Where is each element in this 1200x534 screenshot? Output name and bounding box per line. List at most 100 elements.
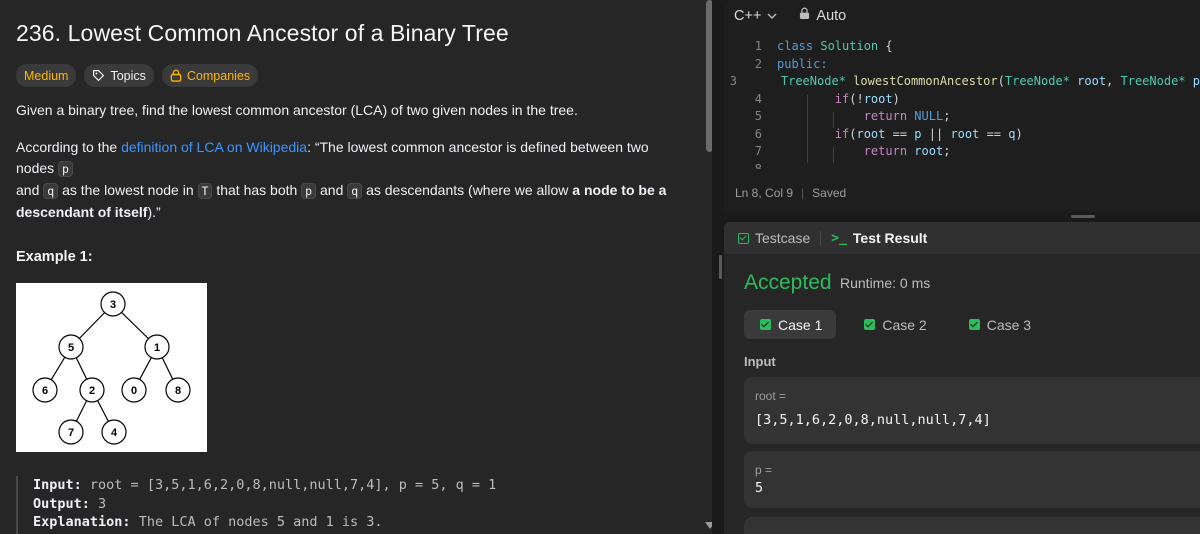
code-token: root: [950, 126, 980, 141]
code-line: 2 public:: [724, 56, 1200, 74]
case-label: Case 1: [778, 316, 823, 333]
indent-guide: [807, 95, 808, 163]
code-editor[interactable]: C++ Auto 1 class Solution { 2 public: 3 Tr…: [724, 0, 1200, 212]
code-token: ;: [943, 109, 951, 123]
code-token: (!: [849, 91, 864, 106]
root-input-box: root = [3,5,1,6,2,0,8,null,null,7,4]: [744, 377, 1200, 444]
desc-text: ).”: [147, 204, 161, 220]
root-value: [3,5,1,6,2,0,8,null,null,7,4]: [755, 412, 991, 428]
code-token: public:: [777, 56, 828, 71]
desc-text: According to the: [16, 139, 122, 155]
topics-label: Topics: [110, 68, 146, 83]
case-3-button[interactable]: Case 3: [953, 310, 1045, 339]
code-token: return: [863, 109, 908, 123]
case-2-button[interactable]: Case 2: [848, 310, 940, 339]
auto-mode-toggle[interactable]: Auto: [799, 7, 846, 24]
code-line: 5 return NULL;: [724, 108, 1200, 126]
tree-node-label: 2: [89, 385, 95, 397]
binary-tree-image: 3 5 1 6 2 0 8 7 4: [16, 283, 207, 452]
horizontal-splitter[interactable]: [724, 212, 1200, 222]
line-number: 3: [729, 74, 737, 88]
case-1-button[interactable]: Case 1: [744, 310, 837, 339]
code-token: p: [1192, 74, 1200, 88]
example-input-line: Input: root = [3,5,1,6,2,0,8,null,null,7…: [33, 476, 696, 495]
line-number: 5: [754, 109, 762, 123]
p-label: p =: [755, 463, 773, 477]
language-label: C++: [734, 7, 762, 24]
case-label: Case 3: [986, 316, 1032, 333]
explanation-label: Explanation:: [33, 514, 131, 530]
desc-text: that has both: [212, 182, 302, 198]
case-tabs: Case 1 Case 2 Case 3: [744, 310, 1045, 339]
code-token: if: [834, 91, 850, 106]
code-token: (: [997, 74, 1005, 88]
wikipedia-link[interactable]: definition of LCA on Wikipedia: [121, 139, 307, 155]
tree-node-label: 0: [131, 385, 137, 397]
explanation-value: The LCA of nodes 5 and 1 is 3.: [138, 514, 383, 530]
q-input-box: [744, 517, 1200, 534]
code-token: lowestCommonAncestor: [853, 74, 998, 88]
code-token: TreeNode*: [780, 74, 846, 88]
code-token: TreeNode*: [1120, 74, 1186, 88]
tree-node-label: 5: [68, 342, 74, 354]
example-output-line: Output: 3: [33, 495, 696, 514]
tab-divider: [820, 231, 822, 245]
code-token: {: [878, 39, 893, 53]
input-value: root = [3,5,1,6,2,0,8,null,null,7,4], p …: [89, 477, 497, 493]
lock-icon: [799, 7, 810, 24]
tree-node-label: 1: [154, 342, 160, 354]
code-lines[interactable]: 1 class Solution { 2 public: 3 TreeNode* l…: [724, 38, 1200, 169]
vertical-splitter-grip[interactable]: [719, 255, 722, 279]
line-number: 1: [754, 39, 762, 53]
p-value: 5: [755, 480, 764, 496]
line-number: 2: [754, 56, 762, 71]
editor-status-bar: Ln 8, Col 9 | Saved: [735, 186, 846, 200]
problem-panel: 236. Lowest Common Ancestor of a Binary …: [0, 0, 712, 534]
tree-node-label: 4: [111, 427, 118, 439]
code-token: ): [1015, 126, 1023, 141]
code-line: 3 TreeNode* lowestCommonAncestor(TreeNod…: [724, 73, 1200, 91]
code-token: NULL: [914, 109, 944, 123]
description-paragraph-2: According to the definition of LCA on Wi…: [16, 137, 686, 223]
desc-text: as the lowest node in: [58, 182, 198, 198]
tab-test-result[interactable]: >_ Test Result: [831, 230, 927, 246]
code-p: p: [58, 161, 73, 177]
tree-node-label: 8: [175, 385, 181, 397]
code-T: T: [197, 183, 213, 199]
code-line: 1 class Solution {: [724, 38, 1200, 56]
code-token: ;: [943, 144, 951, 158]
tree-node-label: 6: [42, 385, 48, 397]
check-icon: [760, 319, 771, 330]
vertical-splitter[interactable]: [712, 0, 724, 534]
code-token: ): [892, 91, 900, 106]
code-line: 4 if(!root): [724, 91, 1200, 109]
scroll-down-arrow-icon[interactable]: [705, 522, 712, 529]
code-q: q: [347, 183, 363, 199]
line-number: 6: [754, 126, 762, 141]
result-panel: Testcase >_ Test Result Accepted Runtime…: [724, 222, 1200, 534]
language-selector[interactable]: C++: [734, 7, 777, 24]
example-title: Example 1:: [16, 249, 93, 265]
output-label: Output:: [33, 495, 90, 512]
topics-button[interactable]: Topics: [84, 64, 154, 87]
code-token: return: [863, 144, 908, 158]
code-token: ,: [1106, 74, 1121, 88]
code-line: 8: [724, 161, 1200, 169]
code-token: if: [834, 126, 850, 141]
companies-button[interactable]: Companies: [161, 64, 259, 87]
tab-testcase[interactable]: Testcase: [738, 230, 810, 246]
code-token: p: [914, 126, 922, 141]
code-token: ==: [885, 126, 915, 141]
code-token: root: [1077, 74, 1107, 88]
tab-test-result-label: Test Result: [852, 230, 928, 246]
code-line: 6 if(root == p || root == q): [724, 126, 1200, 144]
code-q: q: [43, 183, 59, 199]
code-token: TreeNode*: [1004, 74, 1070, 88]
code-token: Solution: [820, 39, 879, 53]
p-input-box: p = 5: [744, 451, 1200, 508]
tag-icon: [92, 69, 105, 82]
horizontal-splitter-grip[interactable]: [1071, 215, 1095, 218]
case-label: Case 2: [882, 316, 927, 333]
output-value: 3: [98, 495, 107, 512]
input-label: Input:: [33, 477, 82, 493]
